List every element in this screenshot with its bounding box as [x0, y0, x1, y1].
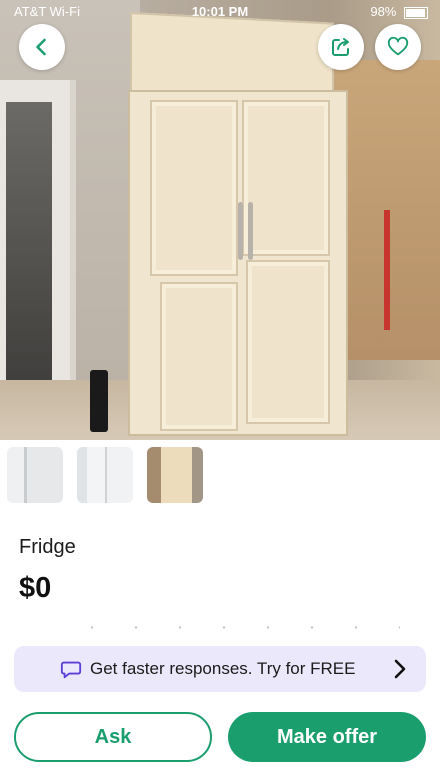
make-offer-button[interactable]: Make offer [228, 712, 426, 762]
share-button[interactable] [318, 24, 364, 70]
listing-price: $0 [19, 572, 52, 604]
thumbnail-2[interactable] [77, 447, 133, 503]
promo-banner[interactable]: Get faster responses. Try for FREE [14, 646, 426, 692]
favorite-button[interactable] [375, 24, 421, 70]
chevron-left-icon [36, 38, 46, 56]
battery-icon [404, 6, 428, 19]
thumbnail-3[interactable] [147, 447, 203, 503]
chevron-right-icon [390, 657, 410, 681]
thumbnail-1[interactable] [7, 447, 63, 503]
battery-percent: 98% [370, 4, 397, 19]
share-icon [332, 38, 349, 56]
listing-main-photo[interactable] [0, 0, 440, 440]
battery-indicator: 98% [370, 4, 428, 19]
back-button[interactable] [19, 24, 65, 70]
heart-icon [387, 36, 409, 56]
divider [70, 626, 400, 629]
ask-button[interactable]: Ask [14, 712, 212, 762]
status-bar: AT&T Wi-Fi 10:01 PM 98% [0, 0, 440, 24]
listing-title: Fridge [19, 536, 76, 558]
chat-bubble-icon [60, 658, 82, 680]
fridge-photo-subject [128, 12, 348, 436]
thumbnail-strip [7, 447, 203, 503]
promo-text: Get faster responses. Try for FREE [90, 659, 356, 678]
